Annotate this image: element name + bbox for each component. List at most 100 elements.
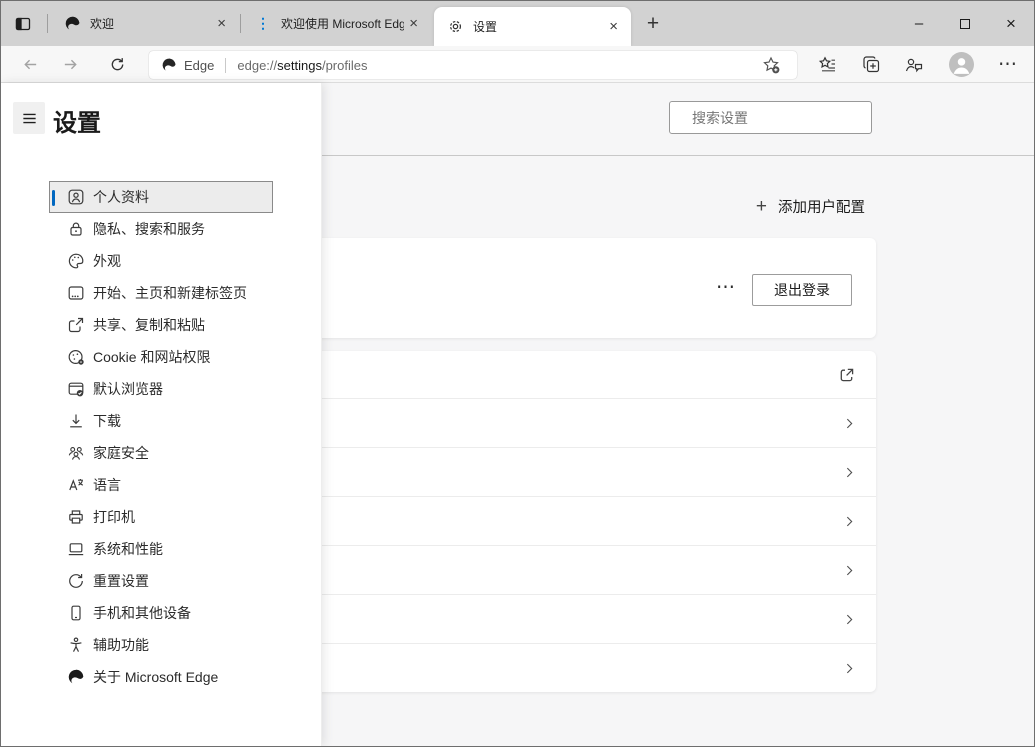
hamburger-icon bbox=[21, 110, 38, 127]
sidebar-item-label: 关于 Microsoft Edge bbox=[93, 667, 218, 687]
plus-icon: + bbox=[756, 197, 767, 216]
sidebar-item-label: 共享、复制和粘贴 bbox=[93, 315, 205, 335]
tab-actions-button[interactable] bbox=[14, 12, 42, 36]
sidebar-item-appearance[interactable]: 外观 bbox=[49, 245, 273, 277]
feedback-button[interactable] bbox=[898, 50, 930, 79]
sidebar-item-label: 下载 bbox=[93, 411, 121, 431]
laptop-icon bbox=[67, 540, 85, 558]
navigation-toolbar: Edge edge://settings/profiles bbox=[1, 46, 1034, 83]
url-text: edge://settings/profiles bbox=[237, 58, 367, 73]
sidebar-item-label: 外观 bbox=[93, 251, 121, 271]
sidebar-item-label: 个人资料 bbox=[93, 187, 149, 207]
reset-icon bbox=[67, 572, 85, 590]
back-button[interactable] bbox=[15, 50, 45, 79]
sidebar-item-printers[interactable]: 打印机 bbox=[49, 501, 273, 533]
tab-title: 设置 bbox=[473, 18, 604, 35]
sidebar-item-label: 开始、主页和新建标签页 bbox=[93, 283, 247, 303]
person-feedback-icon bbox=[904, 55, 924, 75]
settings-search[interactable] bbox=[669, 101, 872, 134]
chevron-right-icon bbox=[843, 515, 856, 528]
tab-separator bbox=[240, 14, 241, 33]
tab-close-button[interactable]: × bbox=[212, 14, 231, 33]
lock-icon bbox=[67, 220, 85, 238]
new-tab-page-icon bbox=[67, 284, 85, 302]
edge-logo-icon bbox=[67, 668, 85, 686]
sidebar-item-label: Cookie 和网站权限 bbox=[93, 347, 210, 367]
settings-sidebar: 设置 个人资料 隐私、搜索和服务 外观 bbox=[1, 83, 322, 746]
sidebar-item-label: 重置设置 bbox=[93, 571, 149, 591]
sidebar-item-family-safety[interactable]: 家庭安全 bbox=[49, 437, 273, 469]
forward-icon bbox=[62, 56, 79, 73]
close-window-button[interactable]: × bbox=[988, 1, 1034, 46]
edge-badge-icon bbox=[161, 57, 177, 73]
tab-welcome[interactable]: 欢迎 × bbox=[51, 1, 239, 46]
url-host: settings bbox=[277, 58, 322, 73]
browser-check-icon bbox=[67, 380, 85, 398]
add-profile-button[interactable]: + 添加用户配置 bbox=[756, 192, 865, 220]
sidebar-item-label: 打印机 bbox=[93, 507, 135, 527]
accessibility-icon bbox=[67, 636, 85, 654]
sidebar-item-start-home-newtab[interactable]: 开始、主页和新建标签页 bbox=[49, 277, 273, 309]
tab-close-button[interactable]: × bbox=[604, 17, 623, 36]
sidebar-item-default-browser[interactable]: 默认浏览器 bbox=[49, 373, 273, 405]
url-scheme: edge:// bbox=[237, 58, 277, 73]
sidebar-item-label: 家庭安全 bbox=[93, 443, 149, 463]
forward-button[interactable] bbox=[55, 50, 85, 79]
sidebar-item-phone-devices[interactable]: 手机和其他设备 bbox=[49, 597, 273, 629]
menu-toggle-button[interactable] bbox=[13, 102, 45, 134]
chevron-right-icon bbox=[843, 417, 856, 430]
sidebar-item-label: 系统和性能 bbox=[93, 539, 163, 559]
sidebar-item-system-performance[interactable]: 系统和性能 bbox=[49, 533, 273, 565]
maximize-button[interactable] bbox=[942, 1, 988, 46]
url-divider bbox=[225, 58, 226, 73]
collections-button[interactable] bbox=[855, 50, 887, 79]
sidebar-item-label: 手机和其他设备 bbox=[93, 603, 191, 623]
tab-close-button[interactable]: × bbox=[404, 14, 423, 33]
more-options-button[interactable]: ⋯ bbox=[716, 278, 735, 297]
sidebar-item-cookies-permissions[interactable]: Cookie 和网站权限 bbox=[49, 341, 273, 373]
share-icon bbox=[67, 316, 85, 334]
tab-settings[interactable]: 设置 × bbox=[434, 7, 631, 46]
sidebar-item-about-edge[interactable]: 关于 Microsoft Edge bbox=[49, 661, 273, 693]
address-bar[interactable]: Edge edge://settings/profiles bbox=[149, 51, 797, 79]
collections-icon bbox=[862, 55, 881, 74]
tab-welcome-to-edge[interactable]: ⋮ 欢迎使用 Microsoft Edg × bbox=[242, 1, 431, 46]
add-favorite-button[interactable] bbox=[761, 55, 789, 75]
profile-avatar-button[interactable] bbox=[945, 50, 977, 79]
edge-logo-icon bbox=[63, 15, 81, 33]
back-icon bbox=[22, 56, 39, 73]
printer-icon bbox=[67, 508, 85, 526]
window-controls: – × bbox=[896, 1, 1034, 46]
new-tab-button[interactable]: + bbox=[639, 9, 667, 37]
chevron-right-icon bbox=[843, 662, 856, 675]
sidebar-item-downloads[interactable]: 下载 bbox=[49, 405, 273, 437]
sidebar-item-profiles[interactable]: 个人资料 bbox=[49, 181, 273, 213]
sidebar-title: 设置 bbox=[53, 103, 101, 138]
url-path: /profiles bbox=[322, 58, 368, 73]
sidebar-item-accessibility[interactable]: 辅助功能 bbox=[49, 629, 273, 661]
minimize-button[interactable]: – bbox=[896, 1, 942, 46]
avatar-icon bbox=[949, 52, 974, 77]
sidebar-item-privacy[interactable]: 隐私、搜索和服务 bbox=[49, 213, 273, 245]
tab-layout-icon bbox=[14, 15, 42, 33]
palette-icon bbox=[67, 252, 85, 270]
favorites-icon bbox=[818, 55, 837, 74]
download-icon bbox=[67, 412, 85, 430]
chevron-right-icon bbox=[843, 613, 856, 626]
sidebar-item-languages[interactable]: 语言 bbox=[49, 469, 273, 501]
favorites-button[interactable] bbox=[811, 50, 843, 79]
sidebar-item-share-copy-paste[interactable]: 共享、复制和粘贴 bbox=[49, 309, 273, 341]
tab-bar: 欢迎 × ⋮ 欢迎使用 Microsoft Edg × 设置 × + – × bbox=[1, 1, 1034, 46]
external-link-icon bbox=[838, 366, 856, 384]
gear-icon bbox=[446, 18, 464, 36]
sign-out-button[interactable]: 退出登录 bbox=[752, 274, 852, 306]
edge-badge-label: Edge bbox=[184, 58, 214, 73]
language-icon bbox=[67, 476, 85, 494]
refresh-button[interactable] bbox=[102, 50, 132, 79]
star-add-icon bbox=[761, 55, 781, 75]
tab-title: 欢迎使用 Microsoft Edg bbox=[281, 15, 404, 32]
sidebar-item-reset-settings[interactable]: 重置设置 bbox=[49, 565, 273, 597]
settings-menu-button[interactable]: ⋯ bbox=[992, 50, 1024, 79]
search-input[interactable] bbox=[692, 110, 873, 126]
cookie-icon bbox=[67, 348, 85, 366]
